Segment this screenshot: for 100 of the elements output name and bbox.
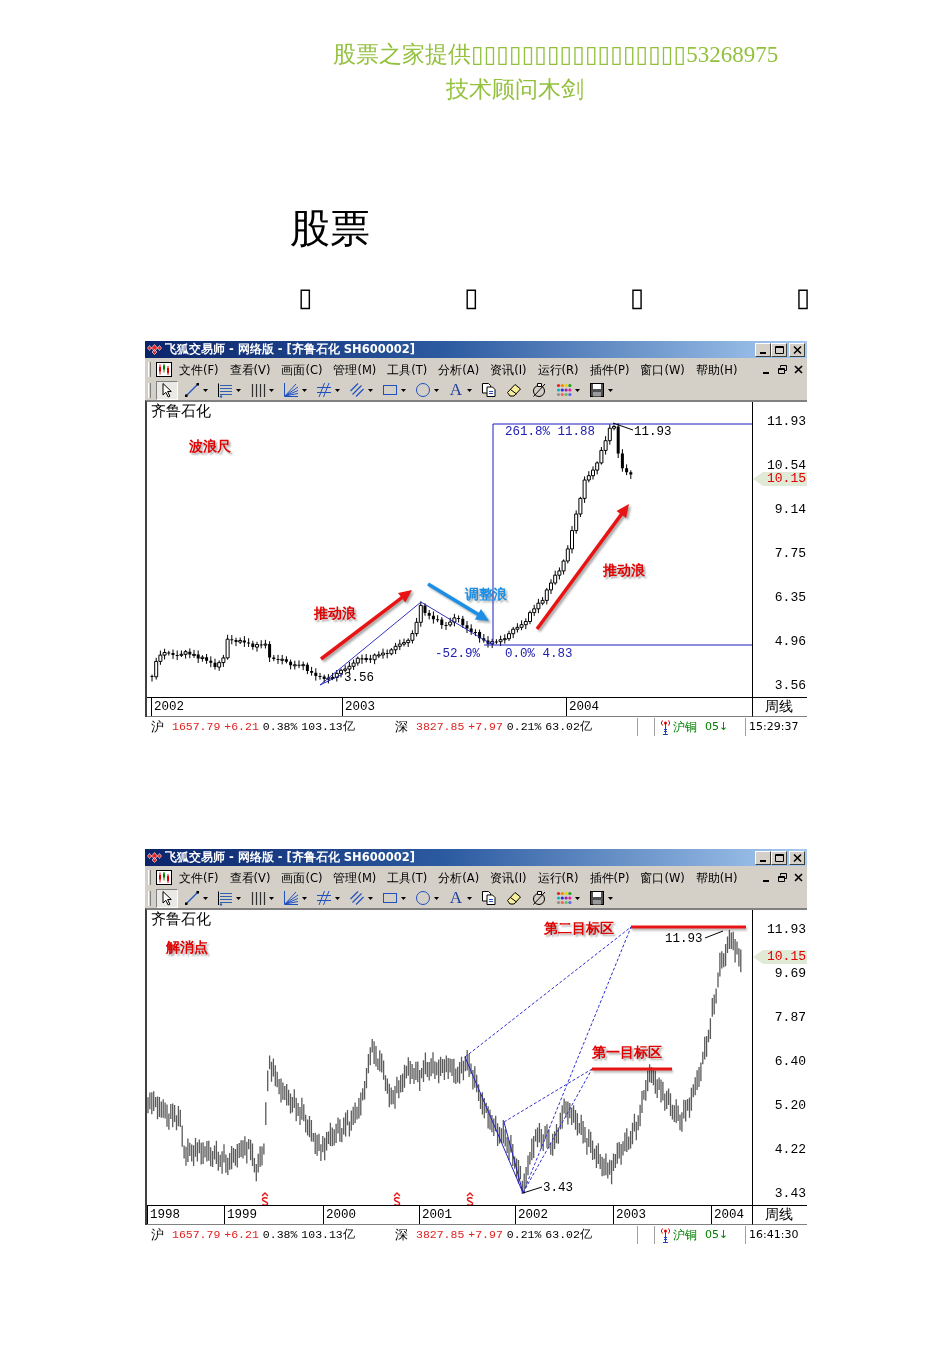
menu-item[interactable]: 插件(P): [586, 868, 633, 887]
grip-handle[interactable]: [148, 890, 151, 906]
tool-button[interactable]: A: [445, 380, 475, 400]
menu-item[interactable]: 画面(C): [278, 360, 326, 379]
target-zone-label: 第二目标区: [544, 920, 614, 936]
grip-handle[interactable]: [148, 382, 151, 398]
restore-button[interactable]: [776, 871, 788, 884]
minimize-button[interactable]: [755, 850, 771, 865]
price-label: 6.40: [774, 1054, 806, 1068]
candle-chart-icon: [156, 362, 172, 377]
index-change: +6.21: [224, 1227, 259, 1243]
menu-item[interactable]: 分析(A): [435, 868, 483, 887]
menu-item[interactable]: 运行(R): [534, 360, 582, 379]
target-zone-label: 第一目标区: [592, 1044, 662, 1060]
change-percent: 0.38%: [262, 1227, 298, 1243]
index-change: +7.97: [468, 1227, 503, 1243]
stock-name: 齐鲁石化: [151, 403, 211, 420]
maximize-button[interactable]: [771, 342, 787, 357]
leader-line: [704, 930, 724, 939]
price-label: 5.20: [774, 1098, 806, 1112]
antenna-icon: [661, 1227, 670, 1243]
tool-button[interactable]: [156, 380, 178, 400]
price-label: 11.93: [767, 922, 806, 936]
color-dots-icon: [556, 890, 572, 906]
price-label: 7.87: [774, 1010, 806, 1024]
tool-button[interactable]: [156, 888, 178, 908]
grip-handle[interactable]: [148, 870, 151, 885]
date-label: 1999: [227, 1207, 257, 1223]
menu-item[interactable]: 插件(P): [586, 360, 633, 379]
maximize-button[interactable]: [771, 850, 787, 865]
menu-item[interactable]: 资讯(I): [487, 868, 530, 887]
wave-label: 推动浪: [314, 605, 356, 621]
chart-caption: 波浪尺: [189, 438, 231, 454]
diagonal-lines-icon: [349, 382, 365, 398]
copy-icon: [481, 382, 497, 398]
close-button[interactable]: [792, 363, 804, 376]
maximize-icon: [774, 345, 784, 354]
menu-item[interactable]: 管理(M): [330, 868, 380, 887]
change-percent: 0.21%: [506, 719, 542, 735]
ticker-value: 05↓: [705, 1227, 729, 1243]
tool-button[interactable]: A: [445, 888, 475, 908]
signal-marker-icon: [393, 1192, 401, 1205]
eraser-icon: [506, 890, 522, 906]
close-button[interactable]: [792, 871, 804, 884]
clock-time: 15:29:37: [748, 719, 799, 735]
menu-item[interactable]: 帮助(H): [692, 868, 741, 887]
line-icon: [184, 890, 200, 906]
menu-item[interactable]: 窗口(W): [637, 868, 688, 887]
crossed-circle-icon: [531, 890, 547, 906]
header-text: 股票之家提供▯▯▯▯▯▯▯▯▯▯▯▯▯▯▯▯▯53268975: [333, 42, 779, 68]
copy-icon: [481, 890, 497, 906]
menu-item[interactable]: 查看(V): [226, 360, 274, 379]
date-label: 2000: [326, 1207, 356, 1223]
wave-label: 推动浪: [603, 562, 645, 578]
crossed-lines-icon: [316, 382, 332, 398]
stock-name: 齐鲁石化: [151, 911, 211, 928]
restore-icon: [777, 873, 787, 882]
price-label: 3.43: [774, 1186, 806, 1200]
date-label: 2002: [518, 1207, 548, 1223]
menu-item[interactable]: 运行(R): [534, 868, 582, 887]
menu-item[interactable]: 工具(T): [384, 360, 431, 379]
date-label: 2002: [154, 699, 184, 715]
leader-line: [522, 1186, 543, 1194]
minimize-button[interactable]: [755, 342, 771, 357]
price-label: 4.22: [774, 1142, 806, 1156]
menu-item[interactable]: 画面(C): [278, 868, 326, 887]
close-button[interactable]: [789, 850, 805, 865]
color-dots-icon: [556, 382, 572, 398]
market-name: 深: [395, 1227, 408, 1243]
date-label: 2003: [345, 699, 375, 715]
turnover-value: 63.02亿: [545, 1227, 592, 1243]
leader-line: [612, 422, 634, 431]
menu-item[interactable]: 文件(F): [176, 360, 222, 379]
vertical-lines-icon: [250, 382, 266, 398]
menu-item[interactable]: 资讯(I): [487, 360, 530, 379]
crossed-lines-icon: [316, 890, 332, 906]
crossed-circle-icon: [531, 382, 547, 398]
menu-item[interactable]: 文件(F): [176, 868, 222, 887]
date-label: 2004: [714, 1207, 744, 1223]
menu-item[interactable]: 工具(T): [384, 868, 431, 887]
candle-chart-icon: [156, 870, 172, 885]
eraser-icon: [506, 382, 522, 398]
price-label: 10.54: [767, 458, 806, 472]
restore-button[interactable]: [776, 363, 788, 376]
clock-time: 16:41:30: [748, 1227, 799, 1243]
index-change: +7.97: [468, 719, 503, 735]
diagonal-lines-icon: [349, 890, 365, 906]
menu-item[interactable]: 分析(A): [435, 360, 483, 379]
menu-item[interactable]: 窗口(W): [637, 360, 688, 379]
close-button[interactable]: [789, 342, 805, 357]
menu-item[interactable]: 管理(M): [330, 360, 380, 379]
diamond-logo-icon: [147, 852, 162, 863]
grip-handle[interactable]: [148, 362, 151, 377]
circle-icon: [415, 382, 431, 398]
index-value: 3827.85: [416, 1227, 465, 1243]
index-value: 3827.85: [416, 719, 465, 735]
menu-item[interactable]: 帮助(H): [692, 360, 741, 379]
close-icon: [792, 345, 802, 354]
signal-marker-icon: [261, 1192, 269, 1205]
menu-item[interactable]: 查看(V): [226, 868, 274, 887]
